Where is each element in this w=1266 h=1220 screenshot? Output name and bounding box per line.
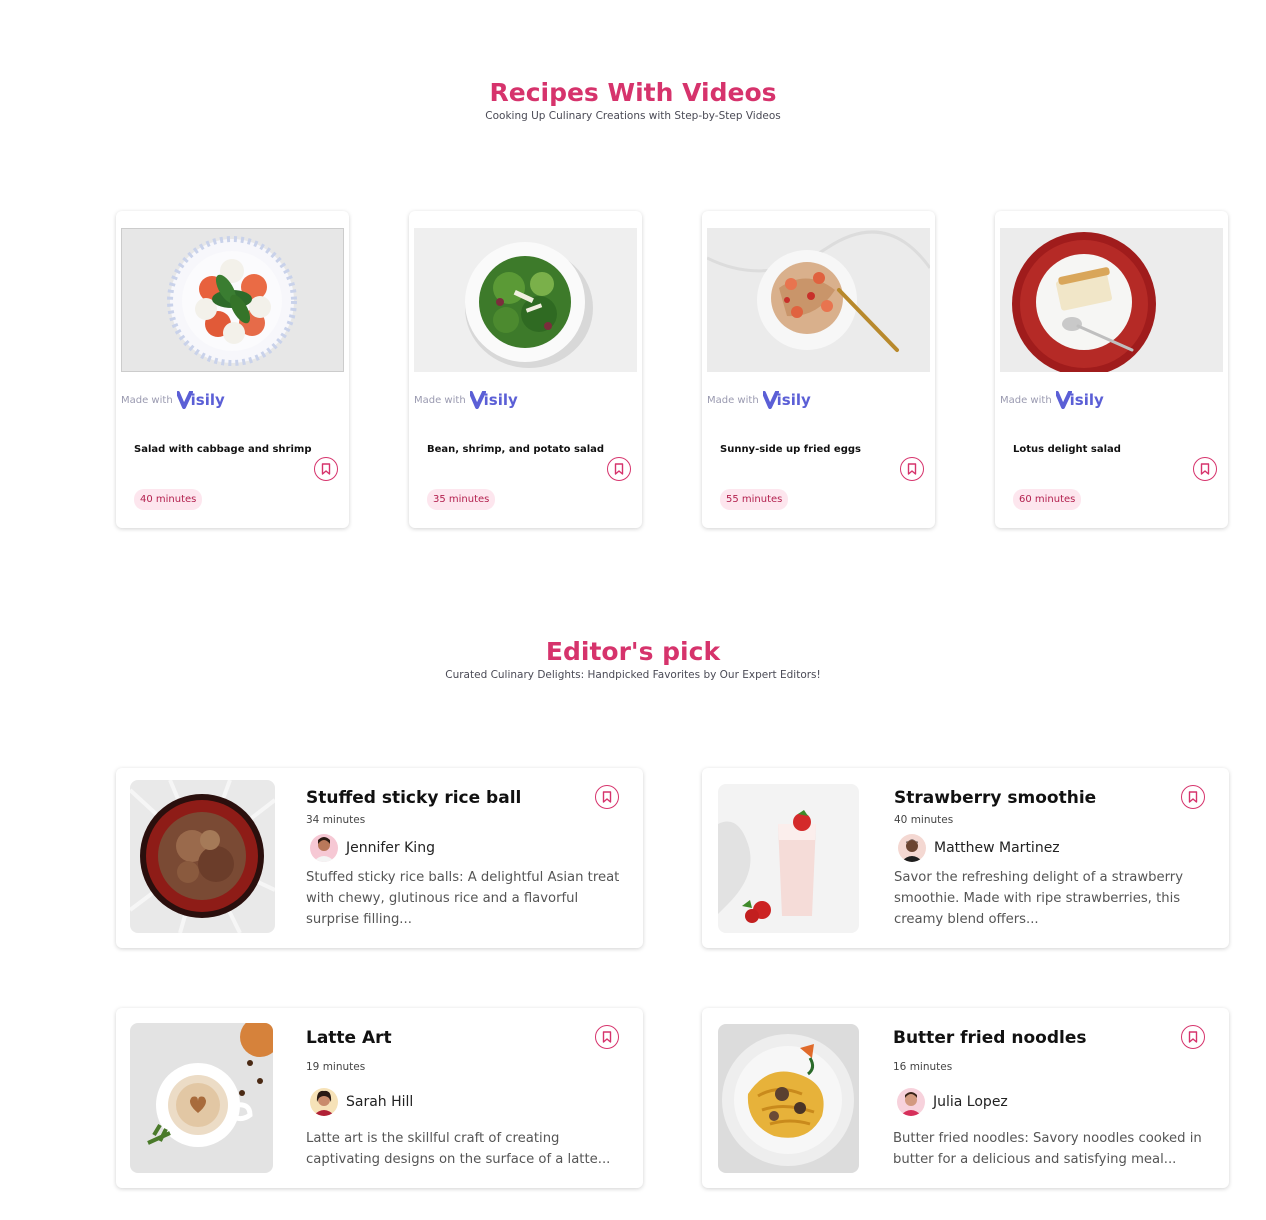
cook-time: 40 minutes <box>894 814 954 826</box>
bookmark-icon <box>602 1031 612 1043</box>
avatar <box>310 834 338 862</box>
recipe-image[interactable] <box>718 1024 859 1173</box>
recipe-thumbnail[interactable] <box>414 228 637 372</box>
recipe-thumbnail[interactable] <box>707 228 930 372</box>
video-recipe-card[interactable]: Made with isily Lotus delight salad 60 m… <box>995 211 1228 528</box>
recipe-author[interactable]: Sarah Hill <box>310 1088 413 1116</box>
brand-label: isily <box>190 391 225 409</box>
made-with-label: Made with <box>121 394 173 406</box>
brand-label: isily <box>776 391 811 409</box>
recipe-description: Butter fried noodles: Savory noodles coo… <box>893 1131 1202 1167</box>
made-with-label: Made with <box>414 394 466 406</box>
bookmark-button[interactable] <box>595 1025 619 1049</box>
author-name: Matthew Martinez <box>934 840 1060 856</box>
editor-pick-card[interactable]: Stuffed sticky rice ball 34 minutes Jenn… <box>116 768 643 948</box>
video-recipe-card[interactable]: Made with isily Salad with cabbage and s… <box>116 211 349 528</box>
made-with-visily[interactable]: Made with isily <box>1000 387 1104 413</box>
brand-label: isily <box>1069 391 1104 409</box>
recipe-title[interactable]: Sunny-side up fried eggs <box>720 444 861 455</box>
bookmark-button[interactable] <box>1181 785 1205 809</box>
section-title: Editor's pick <box>545 637 721 666</box>
recipe-image[interactable] <box>130 780 275 933</box>
cook-time-badge: 55 minutes <box>720 489 789 510</box>
brand-label: isily <box>483 391 518 409</box>
recipe-description: Savor the refreshing delight of a strawb… <box>894 870 1184 927</box>
bookmark-icon <box>1200 463 1210 475</box>
bookmark-button[interactable] <box>1193 457 1217 481</box>
bookmark-button[interactable] <box>595 785 619 809</box>
made-with-visily[interactable]: Made with isily <box>121 387 225 413</box>
cook-time-badge: 60 minutes <box>1013 489 1082 510</box>
visily-logo-icon: isily <box>469 391 518 409</box>
section-subtitle: Cooking Up Culinary Creations with Step-… <box>485 110 781 122</box>
bookmark-button[interactable] <box>314 457 338 481</box>
visily-logo-icon: isily <box>176 391 225 409</box>
made-with-visily[interactable]: Made with isily <box>707 387 811 413</box>
recipe-description: Stuffed sticky rice balls: A delightful … <box>306 870 620 927</box>
avatar <box>310 1088 338 1116</box>
section-subtitle: Curated Culinary Delights: Handpicked Fa… <box>445 669 821 681</box>
recipe-title[interactable]: Bean, shrimp, and potato salad <box>427 444 604 455</box>
avatar <box>898 834 926 862</box>
cook-time: 16 minutes <box>893 1061 953 1073</box>
editors-section-header: Editor's pick Curated Culinary Delights:… <box>0 637 1266 682</box>
recipe-title[interactable]: Butter fried noodles <box>893 1028 1086 1048</box>
recipe-image[interactable] <box>718 784 859 933</box>
cook-time-badge: 40 minutes <box>134 489 203 510</box>
bookmark-icon <box>614 463 624 475</box>
recipe-title[interactable]: Strawberry smoothie <box>894 788 1096 808</box>
recipe-title[interactable]: Stuffed sticky rice ball <box>306 788 521 808</box>
visily-logo-icon: isily <box>762 391 811 409</box>
made-with-label: Made with <box>1000 394 1052 406</box>
made-with-label: Made with <box>707 394 759 406</box>
editor-pick-card[interactable]: Butter fried noodles 16 minutes Julia Lo… <box>702 1008 1229 1188</box>
recipe-title[interactable]: Latte Art <box>306 1028 392 1048</box>
recipe-thumbnail[interactable] <box>121 228 344 372</box>
bookmark-button[interactable] <box>607 457 631 481</box>
author-name: Jennifer King <box>346 840 435 856</box>
video-recipe-card[interactable]: Made with isily Sunny-side up fried eggs… <box>702 211 935 528</box>
bookmark-icon <box>1188 1031 1198 1043</box>
avatar <box>897 1088 925 1116</box>
video-recipe-card[interactable]: Made with isily Bean, shrimp, and potato… <box>409 211 642 528</box>
cook-time-badge: 35 minutes <box>427 489 496 510</box>
bookmark-button[interactable] <box>900 457 924 481</box>
editor-pick-card[interactable]: Strawberry smoothie 40 minutes Matthew M… <box>702 768 1229 948</box>
section-title: Recipes With Videos <box>489 78 777 107</box>
recipe-description: Latte art is the skillful craft of creat… <box>306 1131 611 1167</box>
recipe-image[interactable] <box>130 1023 273 1173</box>
author-name: Sarah Hill <box>346 1094 414 1110</box>
bookmark-icon <box>907 463 917 475</box>
cook-time: 34 minutes <box>306 814 366 826</box>
recipe-author[interactable]: Jennifer King <box>310 834 435 862</box>
recipe-author[interactable]: Matthew Martinez <box>898 834 1060 862</box>
editor-pick-card[interactable]: Latte Art 19 minutes Sarah Hill Latte ar… <box>116 1008 643 1188</box>
videos-section-header: Recipes With Videos Cooking Up Culinary … <box>0 78 1266 123</box>
made-with-visily[interactable]: Made with isily <box>414 387 518 413</box>
recipe-title[interactable]: Lotus delight salad <box>1013 444 1121 455</box>
visily-logo-icon: isily <box>1055 391 1104 409</box>
bookmark-icon <box>321 463 331 475</box>
recipe-title[interactable]: Salad with cabbage and shrimp <box>134 444 312 455</box>
bookmark-icon <box>602 791 612 803</box>
cook-time: 19 minutes <box>306 1061 366 1073</box>
bookmark-button[interactable] <box>1181 1025 1205 1049</box>
recipe-author[interactable]: Julia Lopez <box>897 1088 1008 1116</box>
bookmark-icon <box>1188 791 1198 803</box>
author-name: Julia Lopez <box>933 1094 1008 1110</box>
recipe-thumbnail[interactable] <box>1000 228 1223 372</box>
